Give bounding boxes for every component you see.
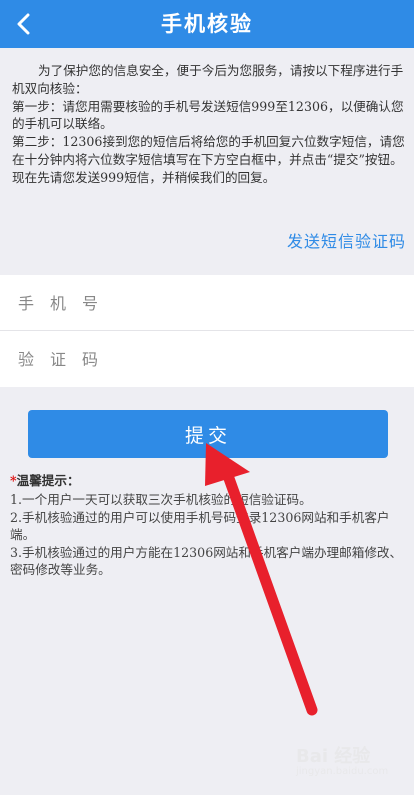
watermark-sub: jingyan.baidu.com	[296, 766, 389, 777]
annotation-arrow-icon	[205, 443, 318, 716]
watermark-text: Bai 经验	[296, 746, 371, 767]
watermark: Bai 经验 jingyan.baidu.com	[296, 742, 388, 777]
